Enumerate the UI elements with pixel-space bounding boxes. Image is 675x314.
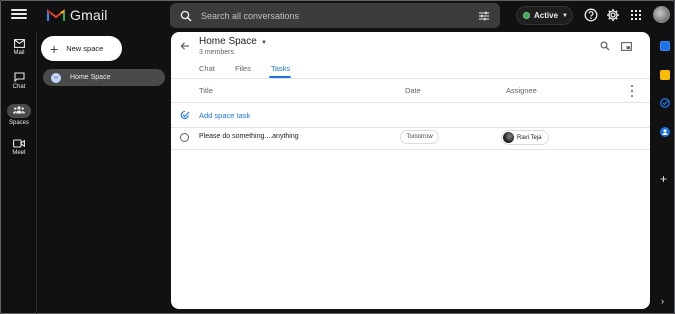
keep-icon[interactable] (660, 70, 670, 80)
task-assignee-chip[interactable]: Ravi Teja (501, 130, 549, 145)
task-date-chip[interactable]: Tomorrow (400, 130, 439, 144)
space-avatar: H (51, 72, 61, 83)
tasks-icon[interactable] (660, 98, 670, 108)
rail-divider (36, 31, 37, 314)
column-header-assignee[interactable]: Assignee (506, 86, 537, 95)
header-divider (171, 102, 650, 103)
help-icon[interactable] (584, 8, 598, 22)
rail-item-mail[interactable]: Mail (5, 39, 33, 56)
chat-icon (13, 72, 25, 82)
main-menu-button[interactable] (11, 7, 27, 23)
add-space-task-label: Add space task (199, 110, 251, 120)
gmail-logo-icon[interactable] (47, 8, 65, 22)
chevron-down-icon: ▼ (562, 12, 568, 19)
add-addon-plus-icon[interactable]: + (660, 173, 667, 185)
rail-label-spaces: Spaces (8, 120, 29, 126)
space-title[interactable]: Home Space (199, 36, 257, 47)
account-avatar[interactable] (653, 6, 670, 23)
chevron-right-icon[interactable]: › (661, 296, 664, 306)
search-icon[interactable] (180, 10, 192, 22)
add-space-task-button[interactable]: Add space task (180, 110, 250, 120)
search-icon[interactable] (600, 41, 610, 51)
rail-label-mail: Mail (13, 50, 25, 56)
apps-grid-icon[interactable] (629, 8, 643, 22)
search-bar[interactable]: Search all conversations (170, 3, 500, 28)
gear-icon[interactable] (606, 8, 620, 22)
status-label: Active (534, 11, 559, 20)
assignee-avatar (503, 132, 514, 143)
add-task-divider (171, 127, 650, 128)
assignee-name: Ravi Teja (517, 134, 542, 141)
search-input[interactable]: Search all conversations (201, 11, 478, 21)
plus-icon: + (50, 40, 59, 57)
status-selector[interactable]: Active ▼ (516, 6, 573, 25)
video-camera-icon (13, 139, 25, 148)
members-count[interactable]: 3 members (199, 49, 234, 56)
mail-icon (13, 39, 25, 48)
rail-item-meet[interactable]: Meet (5, 139, 33, 156)
add-task-icon (180, 110, 190, 119)
app-window: Gmail Search all conversations Active ▼ (0, 0, 675, 314)
tab-tasks[interactable]: Tasks (271, 64, 290, 73)
tab-chat[interactable]: Chat (199, 64, 215, 73)
task-title[interactable]: Please do something....anything (199, 133, 299, 140)
picture-in-picture-icon[interactable] (621, 42, 632, 51)
tab-files[interactable]: Files (235, 64, 251, 73)
chevron-down-icon[interactable]: ▼ (261, 40, 267, 46)
more-options-icon[interactable] (630, 85, 634, 97)
column-header-date[interactable]: Date (405, 86, 421, 95)
spaces-active-indicator (7, 104, 31, 118)
tabs-divider (171, 78, 650, 79)
column-header-title[interactable]: Title (199, 86, 213, 95)
space-panel: Home Space ▼ 3 members Chat Files Tasks … (171, 32, 650, 309)
task-complete-checkbox[interactable] (180, 133, 189, 142)
new-space-label: New space (66, 44, 104, 53)
rail-item-chat[interactable]: Chat (5, 72, 33, 90)
task-row-divider (171, 149, 650, 150)
app-brand: Gmail (70, 7, 108, 23)
sidebar-item-label: Home Space (70, 74, 111, 81)
sidebar-item-home-space[interactable]: H Home Space (43, 69, 165, 86)
people-group-icon (13, 106, 25, 114)
rail-label-chat: Chat (12, 84, 26, 90)
rail-label-meet: Meet (12, 150, 26, 156)
contacts-icon[interactable] (660, 127, 670, 137)
status-dot-icon (523, 12, 530, 19)
search-filter-icon[interactable] (478, 10, 490, 22)
rail-item-spaces[interactable]: Spaces (4, 104, 34, 126)
new-space-button[interactable]: + New space (41, 36, 122, 61)
back-arrow-icon[interactable] (180, 41, 190, 51)
calendar-icon[interactable] (660, 41, 670, 51)
